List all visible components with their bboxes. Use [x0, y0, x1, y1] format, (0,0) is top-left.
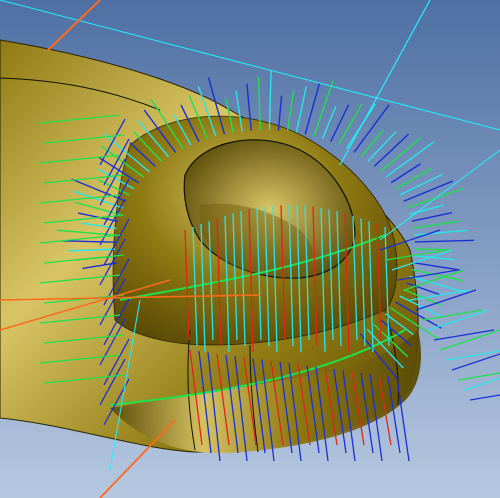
3d-scene[interactable]: [0, 0, 500, 498]
cad-3d-viewport[interactable]: [0, 0, 500, 498]
